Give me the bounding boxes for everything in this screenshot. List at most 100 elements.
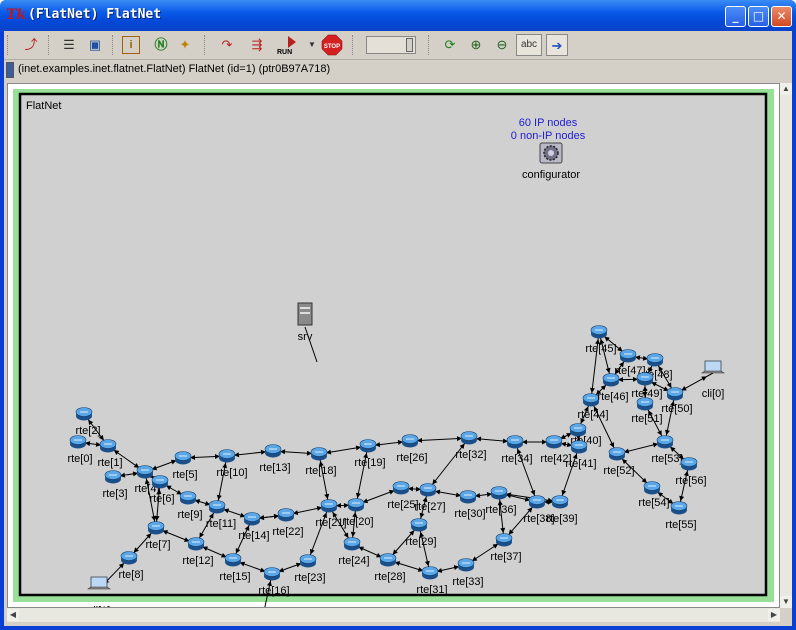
router-label: rte[9] bbox=[177, 509, 202, 521]
router-label: rte[20] bbox=[342, 516, 373, 528]
configurator-module[interactable] bbox=[539, 142, 563, 164]
router-label: rte[0] bbox=[67, 453, 92, 465]
router-label: rte[23] bbox=[294, 572, 325, 584]
router-label: rte[5] bbox=[172, 469, 197, 481]
router-label: rte[11] bbox=[206, 518, 236, 530]
router-label: rte[18] bbox=[305, 465, 336, 477]
router-label: rte[6] bbox=[149, 493, 174, 505]
refresh-icon[interactable]: ⟳ bbox=[439, 34, 461, 56]
router-label: rte[13] bbox=[259, 462, 290, 474]
run-step-icon[interactable]: ↷ bbox=[216, 34, 238, 56]
network-name-label: FlatNet bbox=[26, 100, 61, 112]
router-label: rte[21] bbox=[315, 517, 346, 529]
router-label: rte[50] bbox=[661, 403, 692, 415]
scroll-left-arrow-icon[interactable]: ◀ bbox=[7, 609, 19, 621]
stop-label: STOP bbox=[324, 44, 340, 50]
router-label: rte[27] bbox=[414, 501, 445, 513]
toolbar-separator bbox=[428, 35, 431, 55]
minimize-button[interactable]: _ bbox=[725, 6, 746, 27]
inspector-marker bbox=[6, 62, 14, 78]
router-label: rte[28] bbox=[374, 571, 405, 583]
close-button[interactable]: ✕ bbox=[771, 6, 792, 27]
router-label: rte[10] bbox=[216, 467, 247, 479]
toolbar-separator bbox=[352, 35, 355, 55]
laptop-icon bbox=[90, 576, 108, 589]
server-module[interactable] bbox=[297, 302, 313, 326]
server-label: srv bbox=[298, 331, 313, 343]
toolbar: ⤴ ☰ ▣ i Ⓝ ✦ ↷ ⇶ RUN ▼ STOP ⟳ ⊕ ⊖ abc ➔ bbox=[4, 31, 792, 60]
tools-icon[interactable]: ✦ bbox=[174, 34, 196, 56]
laptop-base bbox=[701, 370, 725, 374]
toolbar-separator bbox=[204, 35, 207, 55]
router-label: rte[2] bbox=[75, 425, 100, 437]
gear-center bbox=[548, 150, 554, 156]
window-client-area: ⤴ ☰ ▣ i Ⓝ ✦ ↷ ⇶ RUN ▼ STOP ⟳ ⊕ ⊖ abc ➔ (… bbox=[4, 31, 792, 630]
stop-icon[interactable]: STOP bbox=[321, 34, 343, 56]
router-label: rte[36] bbox=[485, 504, 516, 516]
router-label: rte[29] bbox=[405, 536, 436, 548]
router-label: rte[34] bbox=[501, 453, 532, 465]
laptop-icon bbox=[704, 360, 722, 373]
run-label: RUN bbox=[277, 49, 292, 56]
application-window: Tk (FlatNet) FlatNet _ □ ✕ ⤴ ☰ ▣ i Ⓝ ✦ ↷… bbox=[0, 0, 796, 630]
router-label: rte[51] bbox=[631, 413, 662, 425]
router-label: rte[42] bbox=[540, 453, 571, 465]
zoom-out-icon[interactable]: ⊖ bbox=[491, 34, 513, 56]
network-graph[interactable]: FlatNet 60 IP nodes 0 non-IP nodes confi… bbox=[8, 84, 779, 630]
configurator-label: configurator bbox=[522, 169, 580, 181]
router-label: rte[7] bbox=[145, 539, 170, 551]
slider-thumb[interactable] bbox=[406, 38, 413, 52]
window-title: (FlatNet) FlatNet bbox=[28, 7, 162, 22]
horizontal-scrollbar[interactable]: ◀ ▶ bbox=[7, 608, 780, 622]
router-label: rte[37] bbox=[490, 551, 521, 563]
scroll-up-arrow-icon[interactable]: ▲ bbox=[780, 83, 792, 95]
arrow-icon[interactable]: ➔ bbox=[546, 34, 568, 56]
fast-run-icon[interactable]: ⇶ bbox=[246, 34, 268, 56]
scroll-right-arrow-icon[interactable]: ▶ bbox=[768, 609, 780, 621]
configurator-status-line1: 60 IP nodes bbox=[519, 117, 578, 129]
toolbar-grip bbox=[7, 35, 10, 55]
router-label: rte[52] bbox=[603, 465, 634, 477]
scroll-down-arrow-icon[interactable]: ▼ bbox=[780, 596, 792, 608]
network-boundary bbox=[18, 92, 768, 597]
zoom-in-icon[interactable]: ⊕ bbox=[465, 34, 487, 56]
router-label: rte[15] bbox=[219, 571, 250, 583]
router-label: rte[31] bbox=[416, 584, 447, 596]
info-icon[interactable]: i bbox=[122, 36, 140, 54]
router-label: rte[53] bbox=[651, 453, 682, 465]
vertical-scrollbar[interactable]: ▲ ▼ bbox=[780, 83, 792, 608]
toolbar-separator bbox=[48, 35, 51, 55]
network-icon[interactable]: Ⓝ bbox=[150, 34, 172, 56]
run-glyph: RUN bbox=[277, 36, 296, 56]
run-dropdown-icon[interactable]: ▼ bbox=[307, 34, 317, 56]
router-label: rte[33] bbox=[452, 576, 483, 588]
object-path-text: (inet.examples.inet.flatnet.FlatNet) Fla… bbox=[18, 63, 331, 75]
router-label: rte[12] bbox=[182, 555, 213, 567]
title-bar[interactable]: Tk (FlatNet) FlatNet _ □ ✕ bbox=[0, 0, 796, 31]
router-label: rte[32] bbox=[455, 449, 486, 461]
router-label: rte[16] bbox=[258, 585, 289, 597]
object-list-icon[interactable]: ☰ bbox=[58, 34, 80, 56]
router-label: rte[45] bbox=[585, 343, 616, 355]
step-icon[interactable]: ⤴ bbox=[20, 34, 42, 56]
tk-app-icon: Tk bbox=[6, 7, 27, 23]
router-label: rte[19] bbox=[354, 457, 385, 469]
object-info-bar: (inet.examples.inet.flatnet.FlatNet) Fla… bbox=[4, 60, 792, 80]
router-label: rte[46] bbox=[597, 391, 628, 403]
toolbar-separator bbox=[112, 35, 115, 55]
host-label: cli[1] bbox=[88, 605, 111, 607]
router-label: rte[54] bbox=[638, 497, 669, 509]
network-view-icon[interactable]: ▣ bbox=[84, 34, 106, 56]
router-label: rte[26] bbox=[396, 452, 427, 464]
server-slot bbox=[300, 312, 310, 314]
router-label: rte[22] bbox=[272, 526, 303, 538]
router-label: rte[56] bbox=[675, 475, 706, 487]
run-icon[interactable]: RUN bbox=[276, 34, 302, 56]
toggle-labels-button[interactable]: abc bbox=[516, 34, 542, 56]
router-label: rte[14] bbox=[238, 530, 269, 542]
maximize-button[interactable]: □ bbox=[748, 6, 769, 27]
host-label: cli[0] bbox=[702, 388, 725, 400]
animation-speed-slider[interactable] bbox=[366, 36, 416, 54]
laptop-base bbox=[87, 586, 111, 590]
network-canvas[interactable]: FlatNet 60 IP nodes 0 non-IP nodes confi… bbox=[7, 83, 780, 630]
